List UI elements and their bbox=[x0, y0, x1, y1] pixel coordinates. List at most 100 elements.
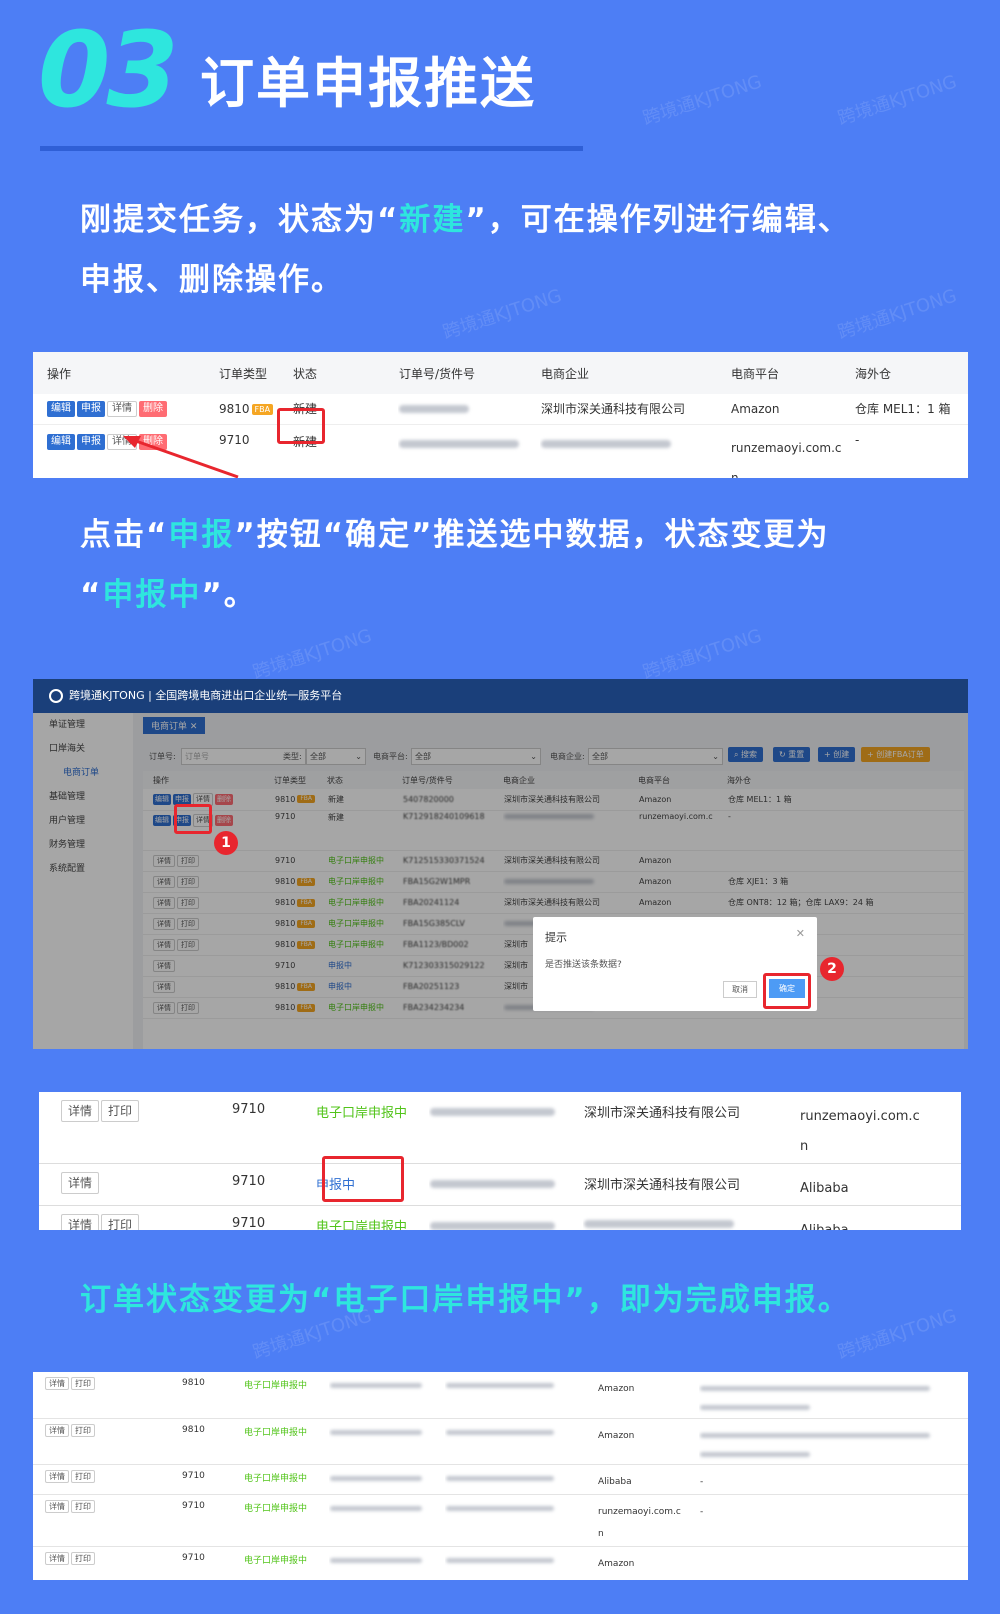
dialog-title: 提示 bbox=[545, 931, 567, 944]
company bbox=[445, 1546, 597, 1580]
col-company: 电商企业 bbox=[541, 366, 590, 381]
col-platform: 电商平台 bbox=[731, 366, 780, 381]
platform-line1: Amazon bbox=[598, 1558, 635, 1569]
warehouse bbox=[699, 1372, 968, 1418]
platform: Alibaba bbox=[799, 1164, 961, 1206]
platform: Alibaba bbox=[597, 1464, 699, 1494]
platform: runzemaoyi.com.c n bbox=[597, 1494, 699, 1546]
order-type: 9710 bbox=[232, 1174, 266, 1189]
screenshot-table-complete: 详情 打印 9810 电子口岸申报中 Amazon 详情 打印 9810 电子口岸申报中 Amaz… bbox=[33, 1372, 968, 1580]
step1-highlight: 新建 bbox=[399, 202, 466, 238]
platform: Amazon bbox=[597, 1546, 699, 1580]
platform: Alibaba bbox=[799, 1206, 961, 1230]
platform: Amazon bbox=[597, 1418, 699, 1464]
blurred-order-number bbox=[330, 1557, 422, 1563]
order-status: 电子口岸申报中 bbox=[244, 1473, 308, 1484]
detail-button[interactable]: 详情 bbox=[107, 401, 137, 418]
table-row: 详情打印9710电子口岸申报中Alibaba bbox=[39, 1206, 961, 1231]
row-ops: 详情 打印 bbox=[33, 1494, 181, 1546]
row-ops: 详情 打印 bbox=[33, 1418, 181, 1464]
order-type: 9810 bbox=[182, 1424, 205, 1435]
modal-overlay[interactable] bbox=[33, 713, 968, 1049]
col-status: 状态 bbox=[293, 366, 318, 381]
declare-button[interactable]: 申报 bbox=[77, 401, 105, 418]
detail-button[interactable]: 详情 bbox=[45, 1469, 69, 1483]
blurred-order-number bbox=[430, 1221, 555, 1230]
cancel-button[interactable]: 取消 bbox=[723, 981, 757, 998]
detail-button[interactable]: 详情 bbox=[61, 1172, 100, 1194]
section-title: 订单申报推送 bbox=[200, 52, 536, 115]
step2-line2: “申报中”。 bbox=[80, 565, 257, 625]
blurred-order-number bbox=[330, 1505, 422, 1511]
order-number bbox=[329, 1494, 445, 1546]
blurred-order-number bbox=[330, 1429, 422, 1435]
print-button[interactable]: 打印 bbox=[71, 1499, 95, 1513]
company-name: 深圳市深关通科技有限公司 bbox=[584, 1106, 741, 1121]
col-warehouse: 海外仓 bbox=[855, 366, 892, 381]
detail-button[interactable]: 详情 bbox=[61, 1100, 100, 1122]
detail-button[interactable]: 详情 bbox=[45, 1551, 69, 1565]
order-number bbox=[429, 1206, 583, 1231]
order-number bbox=[398, 424, 540, 478]
table-row: 详情 打印 9710 电子口岸申报中 Amazon bbox=[33, 1546, 968, 1580]
platform: runzemaoyi.com.c n bbox=[730, 424, 854, 479]
blurred-order-number bbox=[430, 1107, 555, 1116]
delete-button[interactable]: 删除 bbox=[139, 401, 167, 418]
watermark: 跨境通KJTONG bbox=[440, 285, 565, 344]
detail-button[interactable]: 详情 bbox=[45, 1499, 69, 1513]
table-row: 详情 打印 9810 电子口岸申报中 Amazon bbox=[33, 1418, 968, 1464]
close-icon[interactable]: ✕ bbox=[796, 927, 805, 940]
platform: Amazon bbox=[597, 1372, 699, 1418]
detail-button[interactable]: 详情 bbox=[61, 1214, 100, 1230]
warehouse: - bbox=[699, 1464, 968, 1494]
step2-text-a: 点击“ bbox=[80, 517, 169, 553]
company bbox=[583, 1206, 799, 1231]
brand-logo-icon bbox=[49, 689, 63, 703]
order-type: 9710 bbox=[232, 1216, 266, 1230]
warehouse-value: - bbox=[700, 1476, 704, 1487]
blurred-company bbox=[541, 440, 671, 448]
edit-button[interactable]: 编辑 bbox=[47, 401, 75, 418]
order-type: 9810 bbox=[182, 1378, 205, 1388]
table-row: 详情 打印 9710 电子口岸申报中 runzemaoyi.com.c n - bbox=[33, 1494, 968, 1546]
col-ops: 操作 bbox=[47, 366, 72, 381]
company: 深圳市深关通科技有限公司 bbox=[583, 1092, 799, 1164]
company: 深圳市深关通科技有限公司 bbox=[541, 402, 686, 417]
blurred-order-number bbox=[399, 440, 519, 448]
step2-text-b: ”按钮“确定”推送选中数据，状态变更为 bbox=[234, 517, 830, 553]
platform: runzemaoyi.com.c n bbox=[799, 1092, 961, 1164]
print-button[interactable]: 打印 bbox=[71, 1377, 95, 1390]
order-number bbox=[329, 1372, 445, 1418]
row-ops: 详情 打印 bbox=[39, 1206, 231, 1230]
table-header-row: 操作 订单类型 状态 订单号/货件号 电商企业 电商平台 海外仓 bbox=[33, 352, 968, 394]
declare-button[interactable]: 申报 bbox=[77, 433, 105, 450]
print-button[interactable]: 打印 bbox=[71, 1469, 95, 1483]
app-topbar: 跨境通KJTONG | 全国跨境电商进出口企业统一服务平台 bbox=[33, 679, 968, 713]
col-order: 订单号/货件号 bbox=[399, 366, 476, 381]
step1-line1: 刚提交任务，状态为“新建”，可在操作列进行编辑、 bbox=[80, 190, 851, 250]
highlight-declare-button bbox=[174, 804, 212, 834]
blurred-order-number bbox=[430, 1179, 555, 1188]
edit-button[interactable]: 编辑 bbox=[47, 433, 75, 450]
step3-line: 订单状态变更为“电子口岸申报中”，即为完成申报。 bbox=[80, 1282, 851, 1318]
company bbox=[445, 1494, 597, 1546]
order-number bbox=[329, 1546, 445, 1580]
blurred-company bbox=[584, 1219, 734, 1228]
detail-button[interactable]: 详情 bbox=[45, 1377, 69, 1390]
print-button[interactable]: 打印 bbox=[71, 1551, 95, 1565]
step1-text-a: 刚提交任务，状态为“ bbox=[80, 202, 400, 238]
order-number bbox=[329, 1418, 445, 1464]
row-ops: 编辑 申报 详情 删除 bbox=[33, 394, 218, 424]
platform-line1: Amazon bbox=[598, 1384, 635, 1394]
watermark: 跨境通KJTONG bbox=[640, 71, 765, 130]
screenshot-table-declaring: 详情 打印 9710 电子口岸申报中 深圳市深关通科技有限公司 runzemaoyi.co… bbox=[39, 1092, 961, 1230]
watermark: 跨境通KJTONG bbox=[835, 1305, 960, 1364]
platform-line1: Alibaba bbox=[800, 1223, 849, 1230]
print-button[interactable]: 打印 bbox=[101, 1214, 140, 1230]
print-button[interactable]: 打印 bbox=[71, 1423, 95, 1437]
order-status: 电子口岸申报中 bbox=[316, 1220, 408, 1230]
detail-button[interactable]: 详情 bbox=[45, 1423, 69, 1437]
pointer-arrow bbox=[123, 436, 239, 478]
step2-line1: 点击“申报”按钮“确定”推送选中数据，状态变更为 bbox=[80, 505, 830, 565]
print-button[interactable]: 打印 bbox=[101, 1100, 140, 1122]
